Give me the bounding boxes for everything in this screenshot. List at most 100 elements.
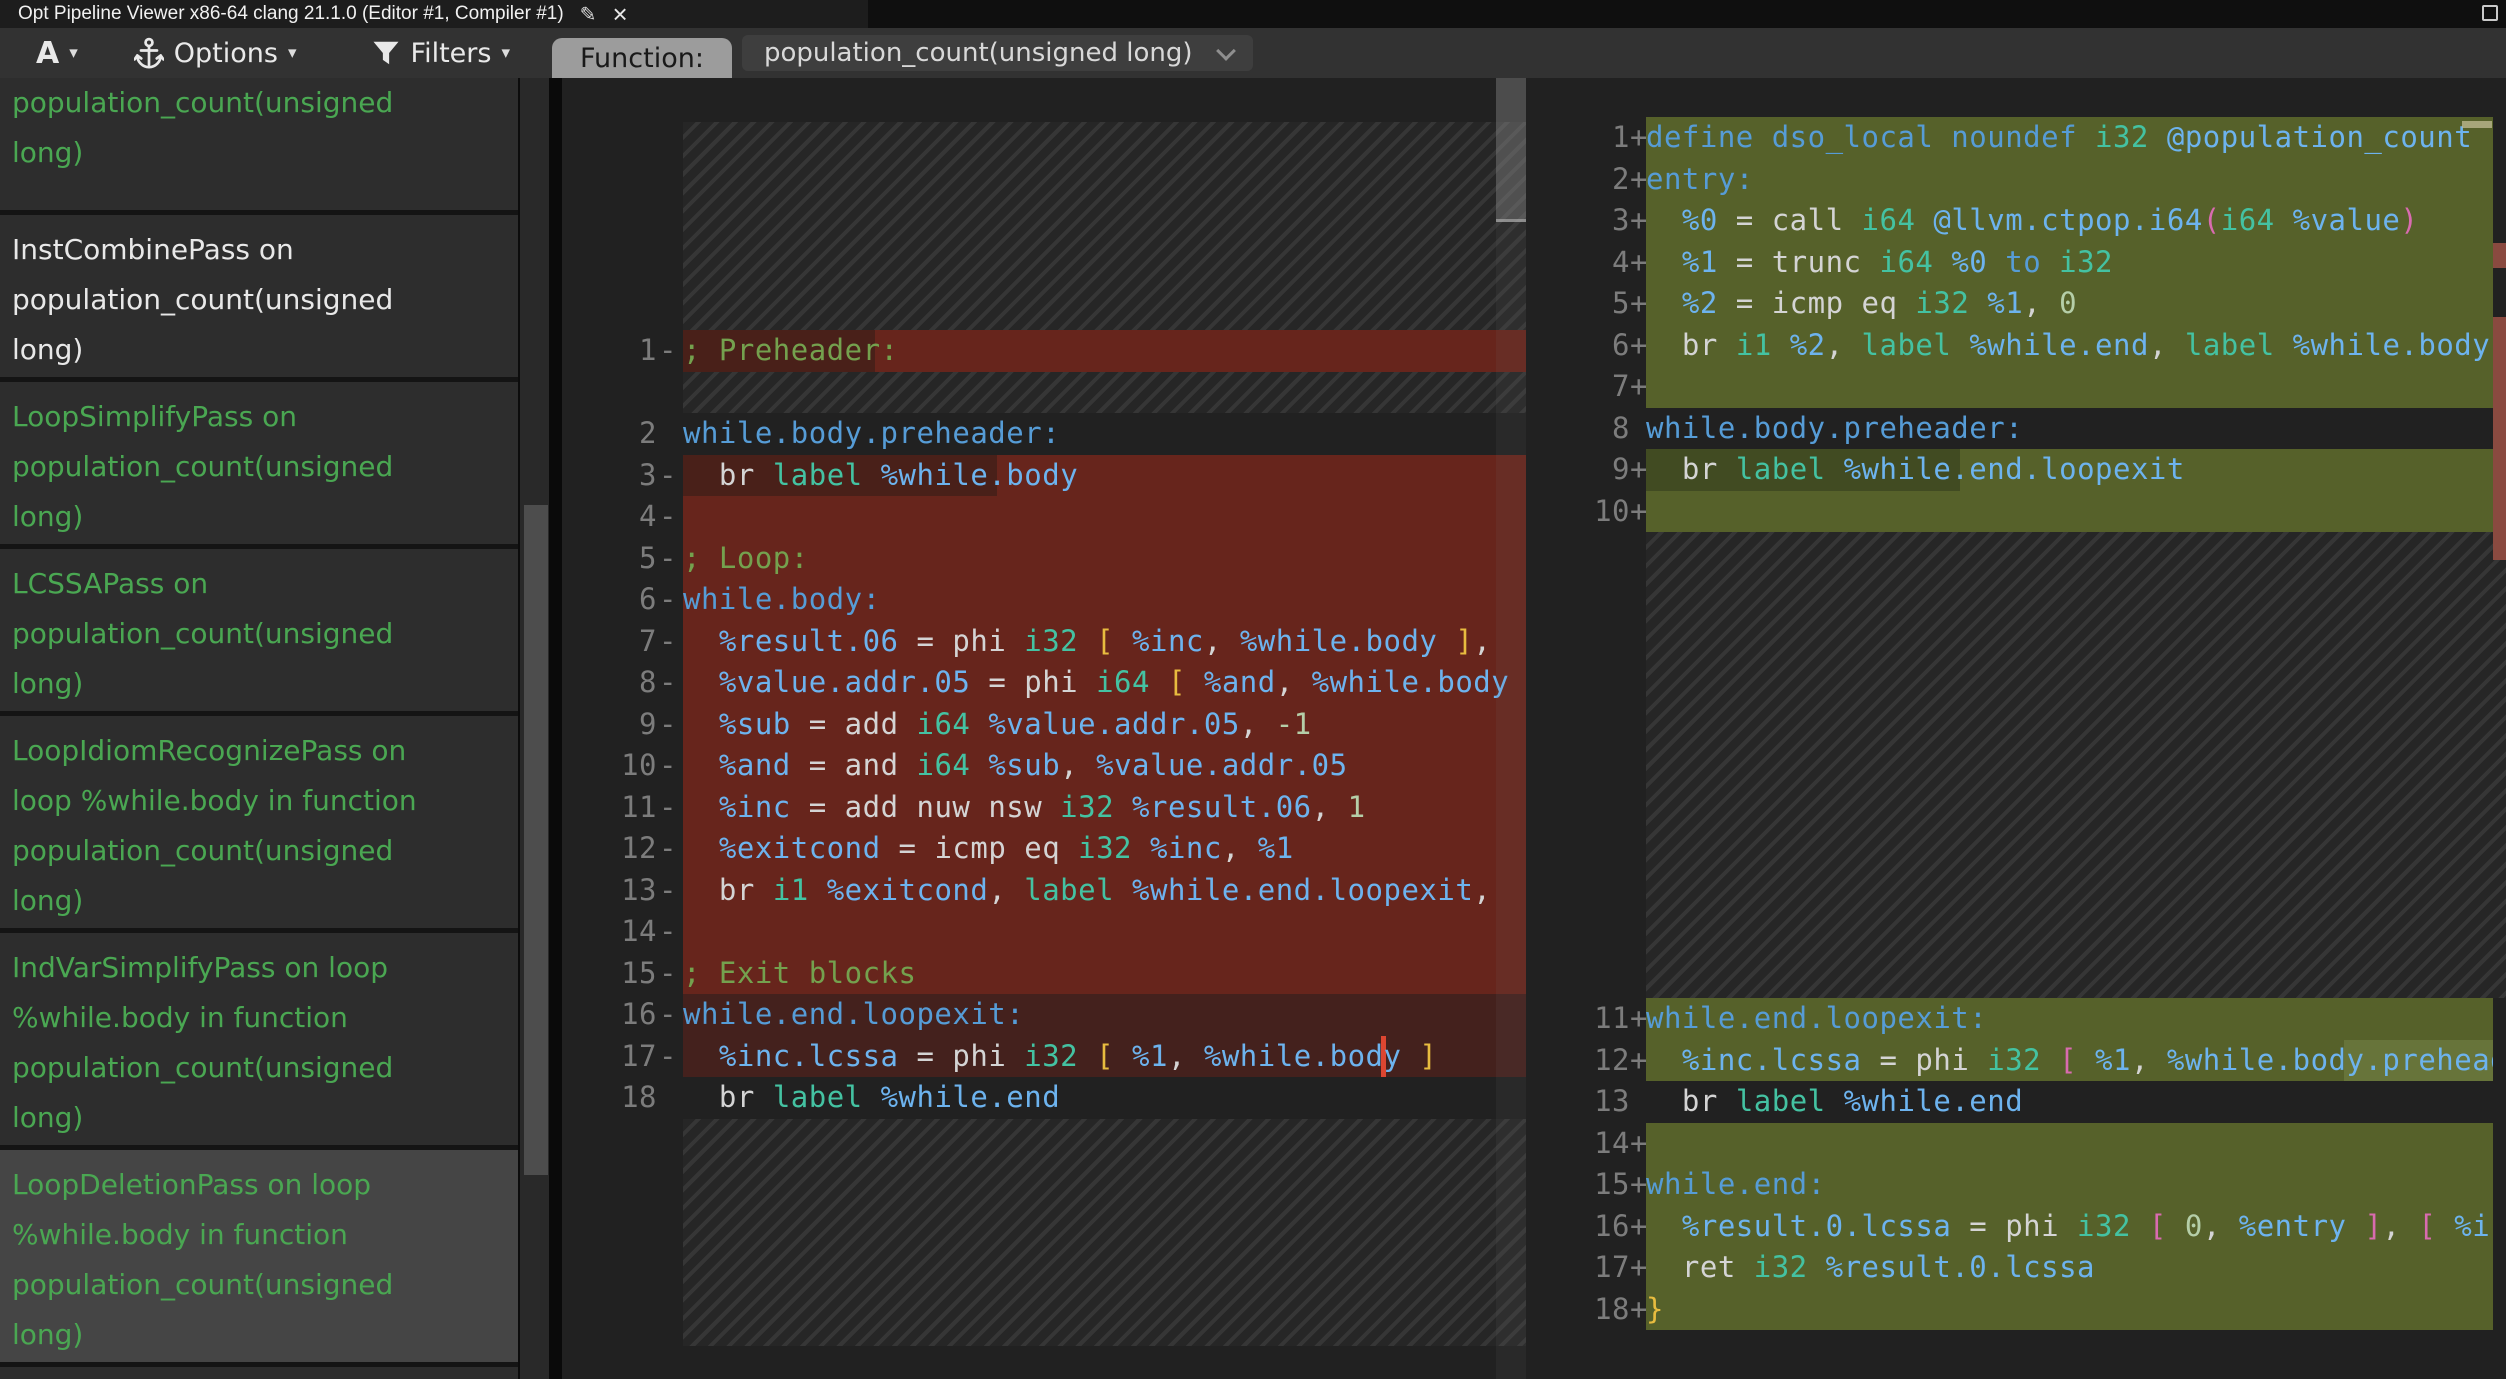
pass-list-scrollbar[interactable] [518,78,549,1379]
code-line[interactable]: 16+ %result.0.lcssa = phi i32 [ 0, %entr… [1526,1206,2506,1248]
code-line[interactable]: 17- %inc.lcssa = phi i32 [ %1, %while.bo… [562,1036,1526,1078]
code-text[interactable]: %2 = icmp eq i32 %1, 0 [1646,283,2506,325]
code-line[interactable]: 13 br label %while.end [1526,1081,2506,1123]
code-text[interactable]: %inc = add nuw nsw i32 %result.06, 1 [683,787,1526,829]
code-text[interactable]: br i1 %exitcond, label %while.end.loopex… [683,870,1526,912]
code-text[interactable]: br label %while.end.loopexit [1646,449,2506,491]
pass-list-item[interactable]: IndVarSimplifyPass on loop%while.body in… [0,933,518,1150]
filters-button[interactable]: Filters ▾ [371,38,510,69]
code-text[interactable]: %sub = add i64 %value.addr.05, -1 [683,704,1526,746]
diff-sign: - [657,662,683,704]
code-line[interactable]: 10- %and = and i64 %sub, %value.addr.05 [562,745,1526,787]
code-text[interactable]: } [1646,1289,2506,1331]
code-token: = add nuw nsw [791,790,1060,824]
line-number: 16 [562,994,657,1036]
pass-list-item[interactable]: LCSSAPass onpopulation_count(unsignedlon… [0,549,518,716]
code-text[interactable]: %exitcond = icmp eq i32 %inc, %1 [683,828,1526,870]
code-line[interactable]: 15-; Exit blocks [562,953,1526,995]
code-token: , [2131,1043,2167,1077]
code-line[interactable]: 2while.body.preheader: [562,413,1526,455]
code-text[interactable] [1646,1123,2506,1165]
code-text[interactable]: %value.addr.05 = phi i64 [ %and, %while.… [683,662,1526,704]
code-line[interactable]: 14- [562,911,1526,953]
diff-filler [562,1119,1526,1346]
code-line[interactable]: 18 br label %while.end [562,1077,1526,1119]
code-text[interactable]: %result.06 = phi i32 [ %inc, %while.body… [683,621,1526,663]
code-text[interactable]: define dso_local noundef i32 @population… [1646,117,2506,159]
pass-list-item[interactable]: LoopIdiomRecognizePass onloop %while.bod… [0,716,518,933]
code-text[interactable]: br label %while.end [1646,1081,2506,1123]
code-text[interactable]: %inc.lcssa = phi i32 [ %1, %while.body ] [683,1036,1526,1078]
code-line[interactable]: 18+} [1526,1289,2506,1331]
editor-scrollbar[interactable] [1496,78,1526,1379]
code-text[interactable]: ; Loop: [683,538,1526,580]
code-text[interactable]: while.body.preheader: [683,413,1526,455]
code-text[interactable]: ret i32 %result.0.lcssa [1646,1247,2506,1289]
code-text[interactable] [683,496,1526,538]
code-line[interactable]: 12+ %inc.lcssa = phi i32 [ %1, %while.bo… [1526,1040,2506,1082]
code-text[interactable] [1646,366,2506,408]
code-line[interactable]: 11+while.end.loopexit: [1526,998,2506,1040]
scrollbar-thumb[interactable] [1496,78,1526,222]
options-button[interactable]: Options ▾ [134,37,297,69]
code-line[interactable]: 7- %result.06 = phi i32 [ %inc, %while.b… [562,621,1526,663]
code-text[interactable]: while.body.preheader: [1646,408,2506,450]
close-icon[interactable]: × [612,4,627,24]
function-select[interactable]: population_count(unsigned long) [742,35,1253,71]
window-restore-icon[interactable] [2482,5,2498,21]
pass-list-item[interactable]: LoopDeletionPass on loop%while.body in f… [0,1150,518,1367]
code-line[interactable]: 10+ [1526,491,2506,533]
code-line[interactable]: 3- br label %while.body [562,455,1526,497]
code-text[interactable]: while.end: [1646,1164,2506,1206]
code-text[interactable]: ; Exit blocks [683,953,1526,995]
pass-list-item[interactable]: population_count(unsignedlong) [0,78,518,215]
code-line[interactable]: 11- %inc = add nuw nsw i32 %result.06, 1 [562,787,1526,829]
line-number: 18 [1526,1289,1630,1331]
code-text[interactable]: entry: [1646,159,2506,201]
code-line[interactable]: 7+ [1526,366,2506,408]
code-line[interactable]: 1+define dso_local noundef i32 @populati… [1526,117,2506,159]
code-text[interactable]: br label %while.end [683,1077,1526,1119]
pass-list-item[interactable]: LoopSimplifyPass onpopulation_count(unsi… [0,382,518,549]
code-line[interactable]: 12- %exitcond = icmp eq i32 %inc, %1 [562,828,1526,870]
code-line[interactable]: 13- br i1 %exitcond, label %while.end.lo… [562,870,1526,912]
code-text[interactable] [683,911,1526,953]
code-text[interactable]: br i1 %2, label %while.end, label %while… [1646,325,2506,367]
code-text[interactable]: %1 = trunc i64 %0 to i32 [1646,242,2506,284]
code-text[interactable]: while.end.loopexit: [1646,998,2506,1040]
code-line[interactable]: 5+ %2 = icmp eq i32 %1, 0 [1526,283,2506,325]
code-text[interactable]: %inc.lcssa = phi i32 [ %1, %while.body.p… [1646,1040,2506,1082]
code-line[interactable]: 15+while.end: [1526,1164,2506,1206]
code-text[interactable]: while.end.loopexit: [683,994,1526,1036]
code-line[interactable]: 17+ ret i32 %result.0.lcssa [1526,1247,2506,1289]
code-line[interactable]: 2+entry: [1526,159,2506,201]
code-line[interactable]: 1-; Preheader: [562,330,1526,372]
code-token: [ [2149,1209,2167,1243]
code-text[interactable]: ; Preheader: [683,330,1526,372]
code-token [1987,245,2005,279]
code-line[interactable]: 4+ %1 = trunc i64 %0 to i32 [1526,242,2506,284]
font-size-button[interactable]: A ▾ [36,36,78,71]
code-line[interactable]: 8- %value.addr.05 = phi i64 [ %and, %whi… [562,662,1526,704]
pass-list-item[interactable]: InstCombinePass onpopulation_count(unsig… [0,215,518,382]
code-line[interactable]: 6-while.body: [562,579,1526,621]
code-line[interactable]: 14+ [1526,1123,2506,1165]
code-line[interactable]: 8while.body.preheader: [1526,408,2506,450]
code-line[interactable]: 16-while.end.loopexit: [562,994,1526,1036]
code-line[interactable]: 5-; Loop: [562,538,1526,580]
code-text[interactable]: %and = and i64 %sub, %value.addr.05 [683,745,1526,787]
scrollbar-thumb[interactable] [524,505,548,1175]
code-text[interactable]: br label %while.body [683,455,1526,497]
rename-pencil-icon[interactable]: ✎ [580,2,597,27]
code-line[interactable]: 6+ br i1 %2, label %while.end, label %wh… [1526,325,2506,367]
code-line[interactable]: 3+ %0 = call i64 @llvm.ctpop.i64(i64 %va… [1526,200,2506,242]
pane-tab[interactable]: Opt Pipeline Viewer x86-64 clang 21.1.0 … [0,0,868,28]
code-line[interactable]: 9- %sub = add i64 %value.addr.05, -1 [562,704,1526,746]
overview-ruler [2493,78,2506,1379]
code-text[interactable] [1646,491,2506,533]
code-line[interactable]: 4- [562,496,1526,538]
code-text[interactable]: while.body: [683,579,1526,621]
code-text[interactable]: %result.0.lcssa = phi i32 [ 0, %entry ],… [1646,1206,2506,1248]
code-text[interactable]: %0 = call i64 @llvm.ctpop.i64(i64 %value… [1646,200,2506,242]
code-line[interactable]: 9+ br label %while.end.loopexit [1526,449,2506,491]
